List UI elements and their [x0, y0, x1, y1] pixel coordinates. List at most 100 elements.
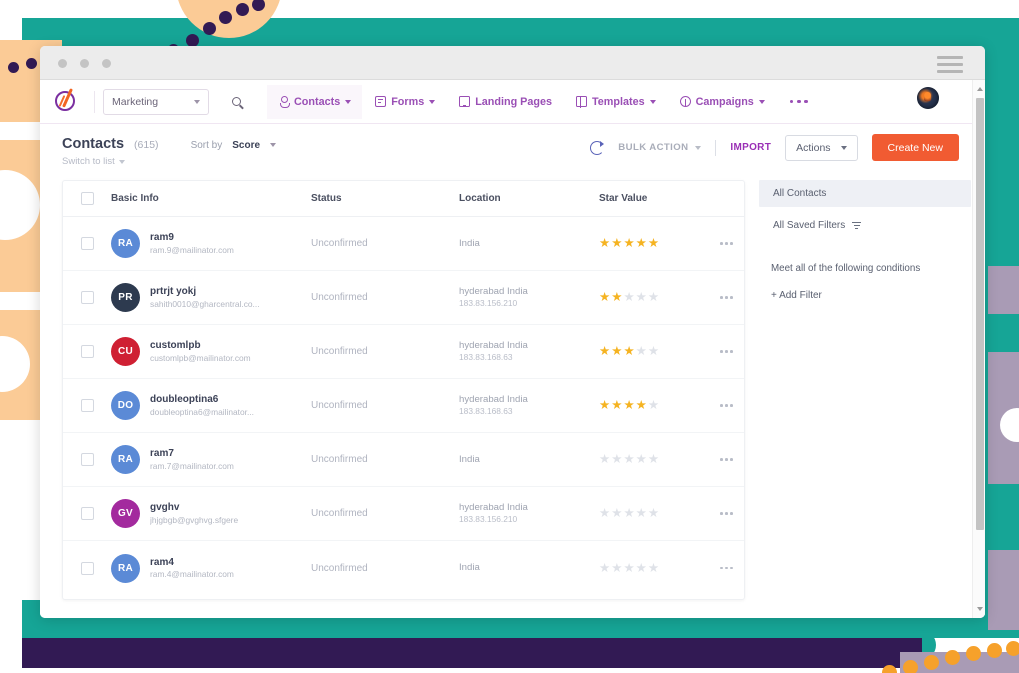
- star-icon[interactable]: ★: [648, 453, 659, 466]
- star-icon[interactable]: ★: [636, 399, 647, 412]
- column-header-star-value[interactable]: Star Value: [599, 193, 709, 204]
- add-filter-button[interactable]: + Add Filter: [759, 290, 971, 301]
- star-icon[interactable]: ★: [636, 291, 647, 304]
- star-icon[interactable]: ★: [611, 562, 622, 575]
- star-icon[interactable]: ★: [611, 291, 622, 304]
- select-all-checkbox[interactable]: [80, 192, 94, 205]
- contact-name[interactable]: gvghv: [150, 501, 238, 515]
- star-icon[interactable]: ★: [623, 507, 634, 520]
- ellipsis-icon[interactable]: [720, 404, 733, 407]
- table-row[interactable]: CU customlpb customlpb@mailinator.com Uncon…: [63, 325, 744, 379]
- star-rating[interactable]: ★ ★ ★ ★ ★: [599, 507, 709, 520]
- star-icon[interactable]: ★: [599, 399, 610, 412]
- nav-item-contacts[interactable]: Contacts: [267, 84, 363, 119]
- hamburger-icon[interactable]: [937, 56, 963, 73]
- star-icon[interactable]: ★: [636, 237, 647, 250]
- star-rating[interactable]: ★ ★ ★ ★ ★: [599, 399, 709, 412]
- star-icon[interactable]: ★: [611, 399, 622, 412]
- ellipsis-icon[interactable]: [720, 566, 733, 570]
- star-icon[interactable]: ★: [599, 453, 610, 466]
- star-icon[interactable]: ★: [636, 453, 647, 466]
- nav-overflow-button[interactable]: [776, 99, 822, 104]
- contact-name[interactable]: ram7: [150, 447, 234, 461]
- actions-dropdown[interactable]: Actions: [785, 134, 858, 161]
- bulk-action-dropdown[interactable]: BULK ACTION: [618, 142, 702, 153]
- star-icon[interactable]: ★: [611, 237, 622, 250]
- filter-all-contacts[interactable]: All Contacts: [759, 180, 971, 207]
- window-maximize-icon[interactable]: [102, 59, 111, 68]
- star-rating[interactable]: ★ ★ ★ ★ ★: [599, 453, 709, 466]
- star-icon[interactable]: ★: [623, 237, 634, 250]
- ellipsis-icon[interactable]: [720, 296, 733, 299]
- star-icon[interactable]: ★: [611, 345, 622, 358]
- contact-name[interactable]: doubleoptina6: [150, 393, 254, 407]
- row-checkbox[interactable]: [80, 237, 94, 250]
- window-close-icon[interactable]: [58, 59, 67, 68]
- star-icon[interactable]: ★: [623, 562, 634, 575]
- ellipsis-icon[interactable]: [720, 242, 733, 245]
- table-row[interactable]: RA ram4 ram.4@mailinator.com Unconfirmed Ind…: [63, 541, 744, 595]
- star-rating[interactable]: ★ ★ ★ ★ ★: [599, 237, 709, 250]
- star-icon[interactable]: ★: [636, 345, 647, 358]
- import-button[interactable]: IMPORT: [730, 142, 771, 153]
- scrollbar-thumb[interactable]: [975, 98, 984, 530]
- column-header-status[interactable]: Status: [311, 193, 459, 204]
- row-checkbox[interactable]: [80, 399, 94, 412]
- star-icon[interactable]: ★: [611, 507, 622, 520]
- star-rating[interactable]: ★ ★ ★ ★ ★: [599, 291, 709, 304]
- scroll-down-arrow-icon[interactable]: [976, 607, 983, 611]
- star-icon[interactable]: ★: [611, 453, 622, 466]
- contact-name[interactable]: customlpb: [150, 339, 251, 353]
- star-icon[interactable]: ★: [599, 345, 610, 358]
- star-icon[interactable]: ★: [636, 507, 647, 520]
- table-row[interactable]: GV gvghv jhjgbgb@gvghvg.sfgere Unconfirmed h…: [63, 487, 744, 541]
- row-checkbox[interactable]: [80, 291, 94, 304]
- contact-name[interactable]: ram9: [150, 231, 234, 245]
- search-button[interactable]: [219, 85, 253, 119]
- brand-logo-icon[interactable]: [52, 87, 82, 117]
- nav-item-templates[interactable]: Templates: [565, 85, 667, 119]
- create-new-button[interactable]: Create New: [871, 134, 959, 161]
- star-icon[interactable]: ★: [623, 453, 634, 466]
- sort-by-value[interactable]: Score: [232, 140, 260, 151]
- nav-item-campaigns[interactable]: Campaigns: [669, 85, 776, 119]
- table-row[interactable]: PR prtrjt yokj sahith0010@gharcentral.co..…: [63, 271, 744, 325]
- nav-item-forms[interactable]: Forms: [364, 85, 446, 119]
- nav-item-landing-pages[interactable]: Landing Pages: [448, 85, 563, 119]
- star-icon[interactable]: ★: [648, 237, 659, 250]
- star-icon[interactable]: ★: [623, 399, 634, 412]
- contact-name[interactable]: ram4: [150, 556, 234, 570]
- star-icon[interactable]: ★: [599, 291, 610, 304]
- row-checkbox[interactable]: [80, 507, 94, 520]
- column-header-basic-info[interactable]: Basic Info: [111, 193, 311, 204]
- table-row[interactable]: DO doubleoptina6 doubleoptina6@mailinator.…: [63, 379, 744, 433]
- sort-chevron-down-icon[interactable]: [270, 143, 277, 147]
- column-header-location[interactable]: Location: [459, 193, 599, 204]
- refresh-icon[interactable]: [590, 140, 605, 155]
- row-checkbox[interactable]: [80, 561, 94, 575]
- filter-saved-filters[interactable]: All Saved Filters: [759, 212, 971, 239]
- scroll-up-arrow-icon[interactable]: [976, 87, 983, 91]
- row-checkbox[interactable]: [80, 453, 94, 466]
- row-checkbox[interactable]: [80, 345, 94, 358]
- star-icon[interactable]: ★: [599, 562, 610, 575]
- star-icon[interactable]: ★: [648, 562, 659, 575]
- star-icon[interactable]: ★: [623, 345, 634, 358]
- star-rating[interactable]: ★ ★ ★ ★ ★: [599, 562, 709, 575]
- star-rating[interactable]: ★ ★ ★ ★ ★: [599, 345, 709, 358]
- star-icon[interactable]: ★: [636, 562, 647, 575]
- ellipsis-icon[interactable]: [720, 458, 733, 461]
- ellipsis-icon[interactable]: [720, 350, 733, 353]
- ellipsis-icon[interactable]: [720, 512, 733, 515]
- star-icon[interactable]: ★: [599, 507, 610, 520]
- star-icon[interactable]: ★: [623, 291, 634, 304]
- star-icon[interactable]: ★: [648, 399, 659, 412]
- star-icon[interactable]: ★: [599, 237, 610, 250]
- table-row[interactable]: RA ram7 ram.7@mailinator.com Unconfirmed Ind…: [63, 433, 744, 487]
- window-minimize-icon[interactable]: [80, 59, 89, 68]
- star-icon[interactable]: ★: [648, 291, 659, 304]
- table-row[interactable]: RA ram9 ram.9@mailinator.com Unconfirmed Ind…: [63, 217, 744, 271]
- user-avatar[interactable]: [917, 87, 939, 109]
- app-scrollbar[interactable]: [972, 80, 985, 618]
- contact-name[interactable]: prtrjt yokj: [150, 285, 260, 299]
